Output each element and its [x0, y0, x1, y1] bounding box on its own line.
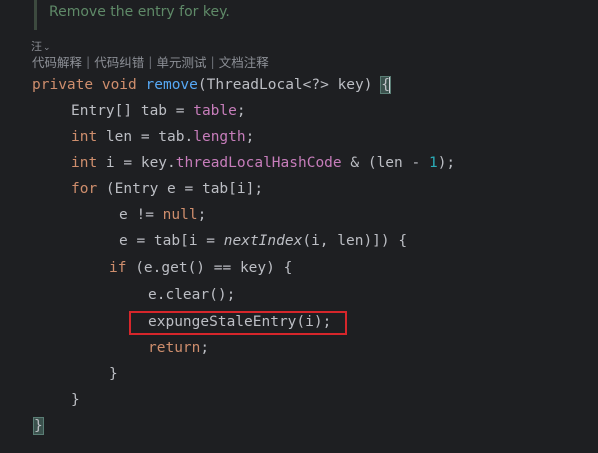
- code-line[interactable]: private void remove(ThreadLocal<?> key) …: [32, 72, 391, 98]
- code-line[interactable]: e = tab[i = nextIndex(i, len)]) {: [119, 228, 407, 254]
- code-line[interactable]: e.clear();: [148, 282, 235, 308]
- doc-comment: Remove the entry for key.: [0, 0, 598, 30]
- code-line[interactable]: e != null;: [119, 202, 206, 228]
- annotation-highlight-box: [129, 311, 347, 335]
- code-line[interactable]: }: [71, 387, 80, 413]
- matched-brace: }: [33, 417, 44, 435]
- lens-separator: |: [210, 54, 215, 69]
- code-line[interactable]: int i = key.threadLocalHashCode & (len -…: [71, 150, 455, 176]
- lens-fix-code[interactable]: 代码纠错: [94, 52, 144, 71]
- code-line[interactable]: if (e.get() == key) {: [109, 255, 292, 281]
- lens-separator: |: [86, 54, 91, 69]
- code-line[interactable]: }: [109, 361, 118, 387]
- code-line[interactable]: return;: [148, 335, 209, 361]
- lens-separator: |: [148, 54, 153, 69]
- code-line[interactable]: Entry[] tab = table;: [71, 98, 246, 124]
- lens-explain-code[interactable]: 代码解释: [32, 52, 82, 71]
- code-line[interactable]: int len = tab.length;: [71, 124, 254, 150]
- doc-comment-bar: [34, 0, 37, 30]
- code-lens-bar: 代码解释 | 代码纠错 | 单元测试 | 文档注释: [32, 52, 269, 71]
- lens-doc-comment[interactable]: 文档注释: [219, 52, 269, 71]
- code-line[interactable]: for (Entry e = tab[i];: [71, 176, 263, 202]
- text-caret: [388, 77, 390, 93]
- lens-unit-test[interactable]: 单元测试: [156, 52, 206, 71]
- code-line[interactable]: }: [33, 413, 44, 439]
- doc-comment-text: Remove the entry for key.: [49, 4, 230, 20]
